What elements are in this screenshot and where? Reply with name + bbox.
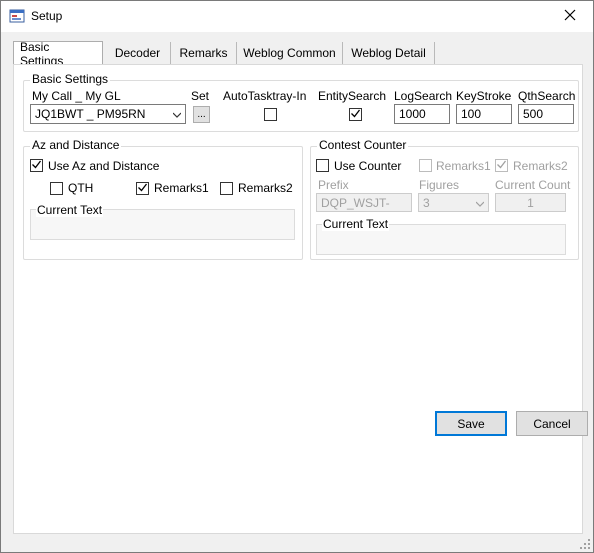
app-setup-icon (9, 8, 25, 24)
checkmark-icon (31, 159, 42, 173)
prefix-input[interactable]: DQP_WSJT- (316, 193, 412, 212)
tab-basic-settings[interactable]: Basic Settings (13, 40, 103, 68)
tab-remarks[interactable]: Remarks (171, 42, 237, 64)
set-label: Set (191, 89, 210, 103)
az-remarks1-label: Remarks1 (154, 181, 209, 195)
checkmark-icon (496, 159, 507, 173)
qthsearch-input[interactable]: 500 (518, 104, 574, 124)
az-distance-group-label: Az and Distance (30, 138, 122, 152)
tab-weblog-detail[interactable]: Weblog Detail (343, 42, 435, 64)
title-bar: Setup (1, 1, 593, 32)
az-qth-label: QTH (68, 181, 94, 195)
use-counter-label: Use Counter (334, 159, 402, 173)
close-button[interactable] (547, 1, 593, 32)
mycall-label: My Call _ My GL (32, 89, 121, 103)
entitysearch-checkbox[interactable] (349, 108, 362, 121)
az-qth-checkbox[interactable] (50, 182, 63, 195)
chevron-down-icon (172, 108, 182, 118)
az-current-text-label: Current Text (36, 203, 104, 217)
logsearch-label: LogSearch (394, 89, 453, 103)
qthsearch-label: QthSearch (518, 89, 576, 103)
keystroke-label: KeyStroke (456, 89, 512, 103)
contest-remarks2-checkbox[interactable] (495, 159, 508, 172)
logsearch-input[interactable]: 1000 (394, 104, 450, 124)
autotasktray-label: AutoTasktray-In (223, 89, 307, 103)
set-mycall-button[interactable]: ... (193, 106, 210, 123)
mycall-value: JQ1BWT _ PM95RN (35, 107, 146, 121)
checkmark-icon (350, 108, 361, 122)
cancel-button[interactable]: Cancel (516, 411, 588, 436)
checkmark-icon (137, 182, 148, 196)
mycall-combo[interactable]: JQ1BWT _ PM95RN (30, 104, 186, 124)
use-counter-checkbox[interactable] (316, 159, 329, 172)
contest-current-text-label: Current Text (322, 217, 390, 231)
use-az-distance-checkbox[interactable] (30, 159, 43, 172)
az-remarks2-label: Remarks2 (238, 181, 293, 195)
basic-settings-group-label: Basic Settings (30, 72, 111, 86)
figures-label: Figures (419, 178, 460, 192)
close-icon (564, 9, 576, 24)
tab-weblog-common[interactable]: Weblog Common (237, 42, 343, 64)
entitysearch-label: EntitySearch (318, 89, 387, 103)
prefix-label: Prefix (318, 178, 349, 192)
tab-panel-basic-settings (13, 64, 583, 534)
contest-remarks1-label: Remarks1 (436, 159, 491, 173)
window-title: Setup (31, 9, 63, 23)
resize-grip-icon[interactable] (579, 538, 591, 550)
autotasktray-checkbox[interactable] (264, 108, 277, 121)
current-count-label: Current Count (495, 178, 571, 192)
setup-window: Setup Basic Settings Decoder Remarks Web… (0, 0, 594, 553)
contest-remarks2-label: Remarks2 (513, 159, 568, 173)
save-button[interactable]: Save (435, 411, 507, 436)
keystroke-input[interactable]: 100 (456, 104, 512, 124)
figures-combo[interactable]: 3 (418, 193, 489, 212)
contest-remarks1-checkbox[interactable] (419, 159, 432, 172)
tab-decoder[interactable]: Decoder (105, 42, 171, 64)
chevron-down-icon (475, 197, 485, 207)
current-count-input[interactable]: 1 (495, 193, 566, 212)
figures-value: 3 (423, 195, 430, 210)
az-remarks2-checkbox[interactable] (220, 182, 233, 195)
use-az-distance-label: Use Az and Distance (48, 159, 160, 173)
az-remarks1-checkbox[interactable] (136, 182, 149, 195)
contest-counter-group-label: Contest Counter (317, 138, 409, 152)
